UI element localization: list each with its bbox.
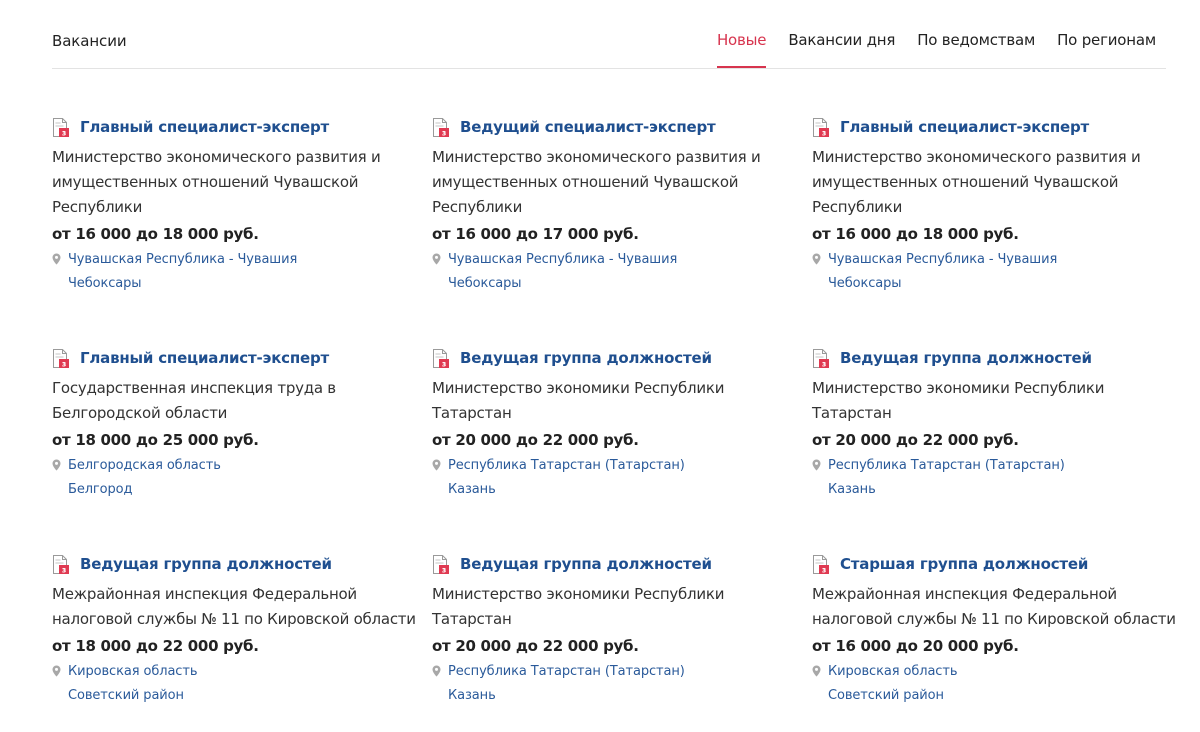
region-link[interactable]: Чувашская Республика - Чувашия (448, 252, 677, 267)
vacancy-card: з Старшая группа должностей Межрайонная … (812, 553, 1182, 707)
organization-name: Межрайонная инспекция Федеральной налого… (52, 585, 416, 628)
svg-text:з: з (62, 128, 66, 137)
organization-name: Министерство экономического развития и и… (812, 148, 1141, 216)
city-link[interactable]: Советский район (828, 685, 1182, 707)
city-link[interactable]: Казань (448, 685, 802, 707)
organization-name: Министерство экономики Республики Татарс… (432, 379, 725, 422)
region-link[interactable]: Чувашская Республика - Чувашия (68, 252, 297, 267)
document-icon: з (813, 117, 829, 137)
vacancy-card: з Ведущий специалист-эксперт Министерств… (432, 116, 802, 295)
region-link[interactable]: Кировская область (828, 664, 958, 679)
salary-range: от 18 000 до 22 000 руб. (52, 637, 259, 655)
location-pin-icon (52, 459, 61, 471)
region-link[interactable]: Республика Татарстан (Татарстан) (448, 664, 685, 679)
salary-range: от 20 000 до 22 000 руб. (432, 431, 639, 449)
vacancy-card: з Ведущая группа должностей Министерство… (812, 347, 1182, 501)
organization-name: Министерство экономического развития и и… (432, 148, 761, 216)
organization-name: Государственная инспекция труда в Белгор… (52, 379, 336, 422)
vacancy-title-link[interactable]: Главный специалист-эксперт (840, 118, 1089, 136)
tab-new[interactable]: Новые (716, 0, 767, 68)
salary-range: от 18 000 до 25 000 руб. (52, 431, 259, 449)
vacancy-card: з Ведущая группа должностей Министерство… (432, 553, 802, 707)
document-icon: з (813, 554, 829, 574)
organization-name: Министерство экономики Республики Татарс… (432, 585, 725, 628)
document-icon: з (433, 117, 449, 137)
salary-range: от 16 000 до 18 000 руб. (52, 225, 259, 243)
vacancy-card: з Ведущая группа должностей Межрайонная … (52, 553, 422, 707)
vacancy-card: з Главный специалист-эксперт Государстве… (52, 347, 422, 501)
location-pin-icon (812, 253, 821, 265)
city-link[interactable]: Советский район (68, 685, 422, 707)
location-pin-icon (432, 665, 441, 677)
location-pin-icon (432, 253, 441, 265)
vacancy-title-link[interactable]: Главный специалист-эксперт (80, 118, 329, 136)
location-pin-icon (812, 459, 821, 471)
document-icon: з (53, 117, 69, 137)
vacancy-title-link[interactable]: Старшая группа должностей (840, 555, 1088, 573)
tab-by-region[interactable]: По регионам (1057, 0, 1156, 67)
vacancy-card: з Ведущая группа должностей Министерство… (432, 347, 802, 501)
vacancy-title-link[interactable]: Ведущий специалист-эксперт (460, 118, 716, 136)
svg-text:з: з (822, 128, 826, 137)
salary-range: от 20 000 до 22 000 руб. (812, 431, 1019, 449)
organization-name: Министерство экономики Республики Татарс… (812, 379, 1105, 422)
vacancy-card: з Главный специалист-эксперт Министерств… (52, 116, 422, 295)
location-pin-icon (812, 665, 821, 677)
document-icon: з (53, 348, 69, 368)
organization-name: Министерство экономического развития и и… (52, 148, 381, 216)
city-link[interactable]: Чебоксары (828, 273, 1182, 295)
tabs-nav: Новые Вакансии дня По ведомствам По реги… (695, 0, 1156, 68)
vacancy-title-link[interactable]: Ведущая группа должностей (840, 349, 1092, 367)
location-pin-icon (432, 459, 441, 471)
salary-range: от 16 000 до 18 000 руб. (812, 225, 1019, 243)
salary-range: от 16 000 до 20 000 руб. (812, 637, 1019, 655)
salary-range: от 16 000 до 17 000 руб. (432, 225, 639, 243)
document-icon: з (813, 348, 829, 368)
tab-by-department[interactable]: По ведомствам (917, 0, 1035, 67)
page-title: Вакансии (52, 32, 127, 50)
svg-text:з: з (62, 565, 66, 574)
svg-text:з: з (822, 565, 826, 574)
vacancy-title-link[interactable]: Ведущая группа должностей (460, 555, 712, 573)
city-link[interactable]: Белгород (68, 479, 422, 501)
location-pin-icon (52, 665, 61, 677)
vacancy-title-link[interactable]: Главный специалист-эксперт (80, 349, 329, 367)
location-pin-icon (52, 253, 61, 265)
region-link[interactable]: Белгородская область (68, 458, 221, 473)
tab-vacancies-of-day[interactable]: Вакансии дня (788, 0, 895, 67)
svg-text:з: з (822, 359, 826, 368)
city-link[interactable]: Казань (448, 479, 802, 501)
city-link[interactable]: Чебоксары (448, 273, 802, 295)
salary-range: от 20 000 до 22 000 руб. (432, 637, 639, 655)
vacancy-card: з Главный специалист-эксперт Министерств… (812, 116, 1182, 295)
vacancy-title-link[interactable]: Ведущая группа должностей (80, 555, 332, 573)
region-link[interactable]: Чувашская Республика - Чувашия (828, 252, 1057, 267)
svg-text:з: з (442, 128, 446, 137)
city-link[interactable]: Чебоксары (68, 273, 422, 295)
document-icon: з (433, 348, 449, 368)
svg-text:з: з (442, 359, 446, 368)
vacancy-title-link[interactable]: Ведущая группа должностей (460, 349, 712, 367)
svg-text:з: з (62, 359, 66, 368)
region-link[interactable]: Республика Татарстан (Татарстан) (828, 458, 1065, 473)
organization-name: Межрайонная инспекция Федеральной налого… (812, 585, 1176, 628)
region-link[interactable]: Кировская область (68, 664, 198, 679)
city-link[interactable]: Казань (828, 479, 1182, 501)
document-icon: з (53, 554, 69, 574)
page-header: Вакансии Новые Вакансии дня По ведомства… (52, 0, 1166, 69)
document-icon: з (433, 554, 449, 574)
svg-text:з: з (442, 565, 446, 574)
region-link[interactable]: Республика Татарстан (Татарстан) (448, 458, 685, 473)
